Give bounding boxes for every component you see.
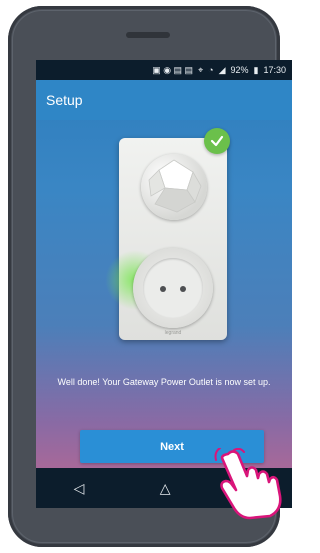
phone-screen: ▣ ◉ ▤ ▤ ⌖ ◔ ◢ 92% ▮ 17:30 Setup legrand — [36, 60, 292, 488]
wifi-icon: ◔ — [208, 65, 214, 75]
battery-level: 92% — [230, 65, 249, 75]
outlet-socket — [143, 258, 203, 318]
gateway-device-image: legrand — [105, 138, 227, 340]
status-bar: ▣ ◉ ▤ ▤ ⌖ ◔ ◢ 92% ▮ 17:30 — [36, 60, 292, 80]
checkmark-icon — [204, 128, 230, 154]
tap-hand-icon — [214, 448, 282, 520]
signal-icon: ◢ — [218, 64, 226, 75]
home-icon[interactable]: △ — [160, 480, 171, 497]
socket-hole-right — [180, 286, 186, 292]
clock: 17:30 — [263, 65, 286, 75]
battery-icon: ▮ — [253, 64, 259, 75]
power-outlet — [133, 248, 213, 328]
page-title: Setup — [46, 92, 83, 108]
app-bar: Setup — [36, 80, 292, 120]
location-icon: ⌖ — [198, 64, 204, 75]
back-icon[interactable]: ◁ — [74, 480, 85, 497]
sensor-module — [141, 154, 207, 220]
sensor-facets — [148, 159, 202, 213]
notification-icons: ▣ ◉ ▤ ▤ — [152, 64, 194, 75]
brand-label: legrand — [164, 330, 182, 336]
success-message: Well done! Your Gateway Power Outlet is … — [57, 377, 271, 387]
phone-speaker — [126, 32, 170, 38]
socket-hole-left — [160, 286, 166, 292]
